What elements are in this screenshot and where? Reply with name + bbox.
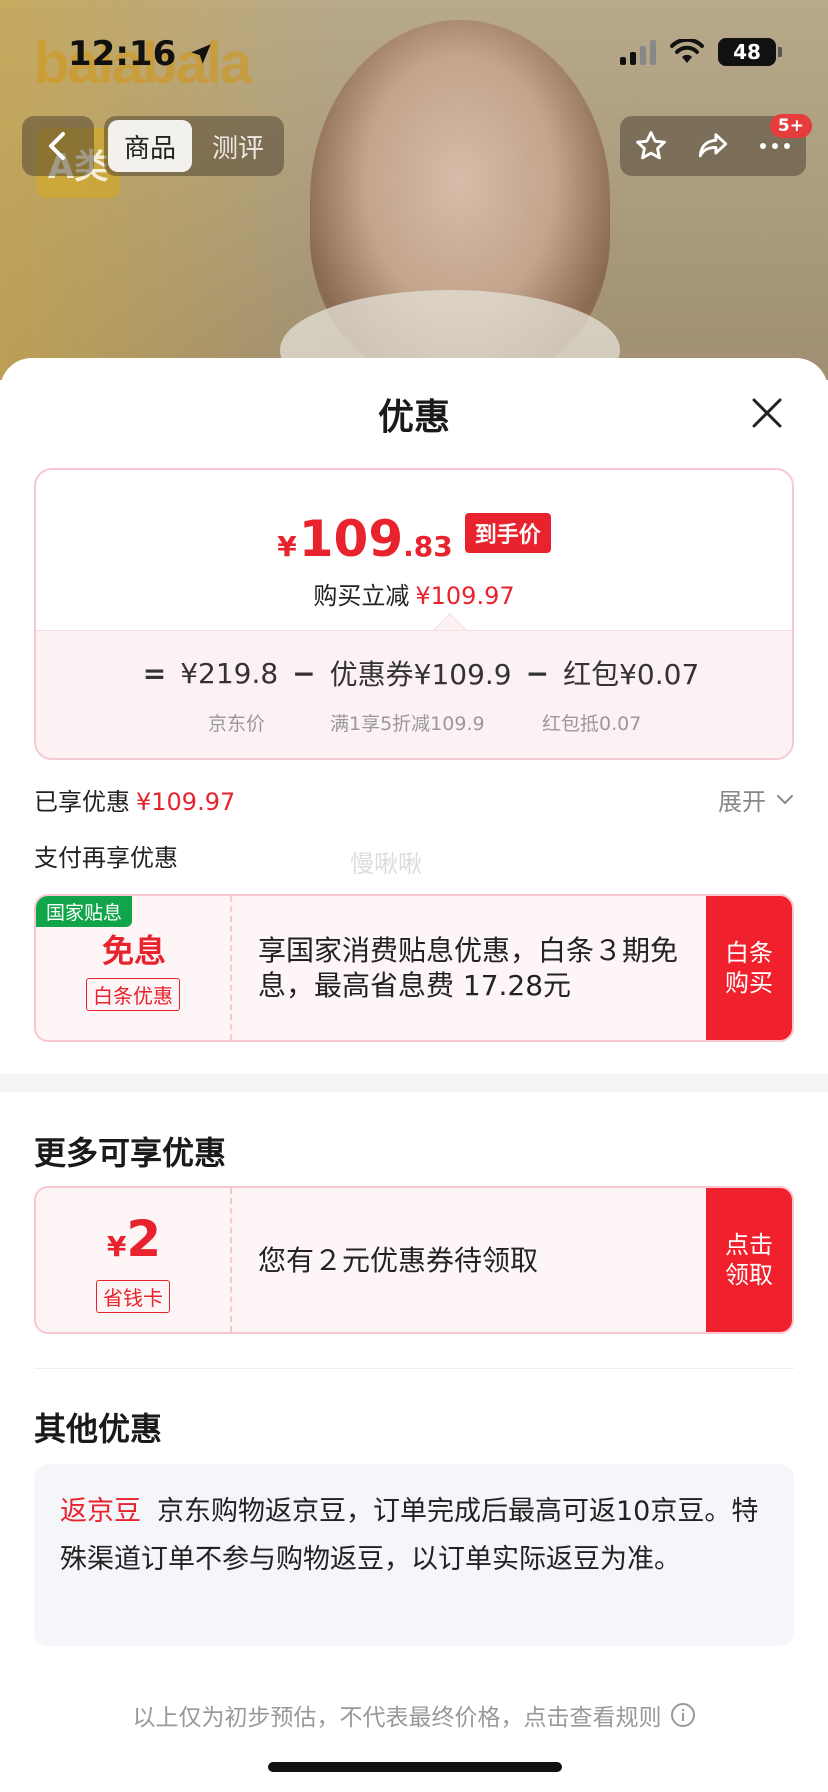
coupon-amount: ¥2 bbox=[106, 1210, 162, 1268]
location-arrow-icon bbox=[191, 44, 211, 64]
final-price-integer: 109 bbox=[298, 510, 404, 568]
tab-product[interactable]: 商品 bbox=[108, 120, 192, 172]
pay-more-label: 支付再享优惠 bbox=[34, 844, 178, 872]
watermark: 慢啾啾 bbox=[350, 850, 422, 878]
info-icon bbox=[670, 1703, 695, 1727]
instant-reduce: 购买立减 ¥109.97 bbox=[36, 576, 792, 611]
divider bbox=[34, 1368, 794, 1369]
baitiao-offer-card: 国家贴息 免息 白条优惠 享国家消费贴息优惠，白条３期免息，最高省息费 17.2… bbox=[34, 894, 794, 1042]
wifi-icon bbox=[670, 39, 704, 63]
chevron-down-icon bbox=[777, 794, 793, 804]
share-icon bbox=[698, 133, 728, 158]
home-indicator bbox=[268, 1762, 562, 1772]
share-button[interactable] bbox=[693, 126, 733, 166]
breakdown-red-packet-desc: 红包抵0.07 bbox=[542, 713, 642, 735]
interest-free-label: 免息 bbox=[101, 932, 166, 970]
savings-card-tag: 省钱卡 bbox=[96, 1280, 170, 1313]
footer-text: 以上仅为初步预估，不代表最终价格，点击查看规则 bbox=[132, 1705, 662, 1731]
cellular-signal-icon bbox=[620, 39, 656, 65]
coupon-offer-text: 您有２元优惠券待领取 bbox=[258, 1243, 539, 1277]
chevron-left-icon bbox=[49, 132, 65, 160]
other-offers-title: 其他优惠 bbox=[34, 1410, 163, 1448]
enjoyed-discount: 已享优惠 ¥109.97 bbox=[34, 782, 235, 817]
star-icon bbox=[636, 131, 666, 160]
equals-sign: = bbox=[142, 656, 167, 690]
minus-sign: − bbox=[292, 656, 316, 690]
breakdown-coupon: 优惠券¥109.9 bbox=[329, 658, 512, 691]
enjoyed-amount: ¥109.97 bbox=[136, 788, 236, 816]
breakdown-red-packet: 红包¥0.07 bbox=[563, 658, 700, 691]
jingdou-rebate-box: 返京豆 京东购物返京豆，订单完成后最高可返10京豆。特殊渠道订单不参与购物返豆，以… bbox=[34, 1464, 794, 1646]
status-bar-right: 48 bbox=[620, 38, 782, 66]
baitiao-buy-button[interactable]: 白条购买 bbox=[706, 896, 792, 1040]
price-summary-card: ¥ 109 .83 到手价 购买立减 ¥109.97 = ¥219.8 − 优惠券… bbox=[34, 468, 794, 760]
enjoyed-label: 已享优惠 bbox=[34, 788, 130, 816]
baitiao-offer-text: 享国家消费贴息优惠，白条３期免息，最高省息费 17.28元 bbox=[258, 934, 679, 1002]
gov-subsidy-tag: 国家贴息 bbox=[36, 896, 133, 927]
price-breakdown: = ¥219.8 − 优惠券¥109.9 − 红包¥0.07 京东价 满1享5折… bbox=[36, 630, 792, 758]
expand-button[interactable]: 展开 bbox=[718, 782, 794, 817]
message-count-badge: 5+ bbox=[769, 114, 812, 138]
final-price-currency: ¥ bbox=[277, 530, 297, 563]
status-time: 12:16 bbox=[68, 34, 214, 74]
baitiao-tag: 白条优惠 bbox=[86, 978, 180, 1011]
coupon-offer-card: ¥2 省钱卡 您有２元优惠券待领取 点击领取 bbox=[34, 1186, 794, 1334]
more-offers-title: 更多可享优惠 bbox=[34, 1134, 227, 1172]
product-tabs: 商品 测评 bbox=[104, 116, 284, 176]
sheet-title: 优惠 bbox=[377, 397, 450, 438]
more-dots-icon bbox=[760, 143, 790, 149]
minus-sign: − bbox=[525, 656, 550, 690]
expand-label: 展开 bbox=[718, 788, 766, 816]
tab-review[interactable]: 测评 bbox=[196, 120, 280, 172]
battery-icon: 48 bbox=[718, 38, 782, 66]
jingdou-text: 京东购物返京豆，订单完成后最高可返10京豆。特殊渠道订单不参与购物返豆，以订单实… bbox=[60, 1496, 759, 1575]
breakdown-jd-price-desc: 京东价 bbox=[208, 713, 266, 735]
instant-reduce-amount: ¥109.97 bbox=[415, 582, 515, 610]
close-icon[interactable] bbox=[750, 396, 784, 430]
claim-coupon-button[interactable]: 点击领取 bbox=[706, 1188, 792, 1332]
breakdown-jd-price: ¥219.8 bbox=[180, 656, 279, 690]
final-price: ¥ 109 .83 到手价 bbox=[36, 510, 792, 568]
breakdown-coupon-desc: 满1享5折减109.9 bbox=[330, 713, 485, 735]
jingdou-tag: 返京豆 bbox=[60, 1496, 141, 1527]
favorite-button[interactable] bbox=[631, 126, 671, 166]
instant-reduce-label: 购买立减 bbox=[313, 582, 410, 610]
final-price-decimal: .83 bbox=[403, 530, 453, 563]
back-button[interactable] bbox=[22, 116, 94, 176]
discount-sheet: 优惠 ¥ 109 .83 到手价 购买立减 ¥109.97 = ¥219.8 − … bbox=[0, 358, 828, 1792]
final-price-tag: 到手价 bbox=[464, 513, 551, 553]
footer-note[interactable]: 以上仅为初步预估，不代表最终价格，点击查看规则 bbox=[0, 1698, 828, 1732]
section-divider bbox=[0, 1074, 828, 1092]
